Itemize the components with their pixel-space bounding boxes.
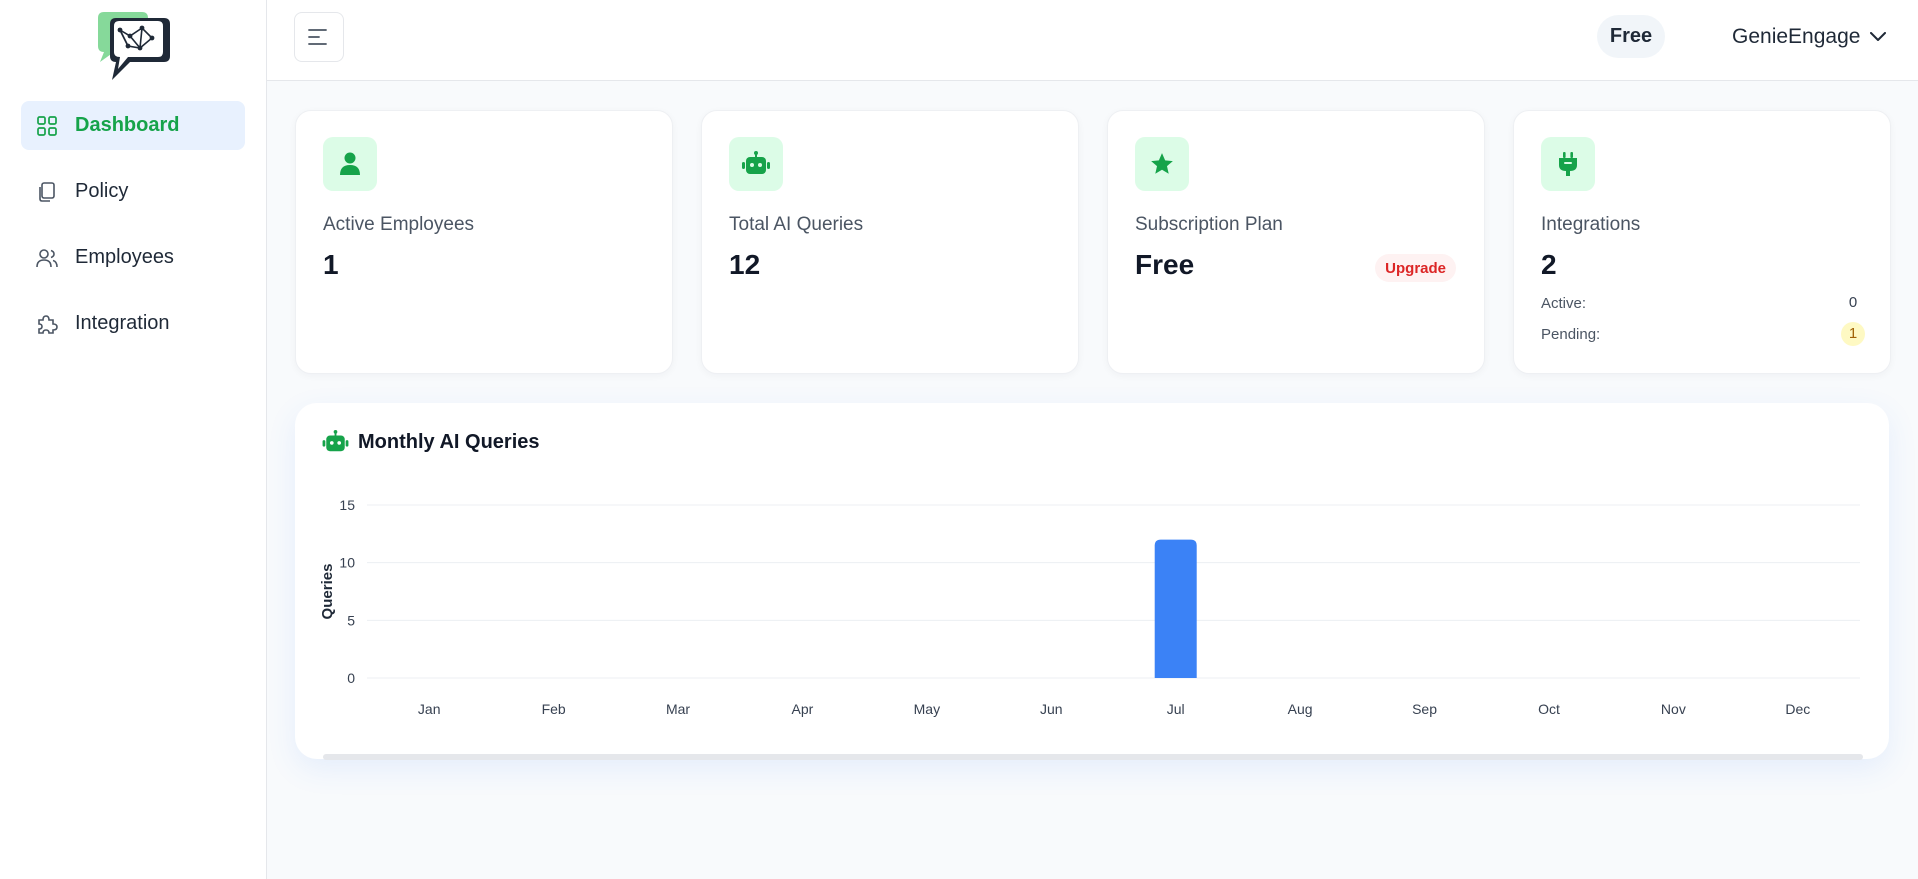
sidebar-nav: Dashboard Policy Employees Integration [21, 101, 245, 365]
users-icon [35, 246, 59, 270]
menu-toggle-button[interactable] [294, 12, 344, 62]
card-label: Total AI Queries [729, 214, 864, 235]
x-tick-label: Sep [1412, 701, 1437, 717]
x-tick-label: Jul [1167, 701, 1185, 717]
puzzle-icon [35, 312, 59, 336]
integrations-pending-row: Pending: 1 [1541, 322, 1865, 346]
copy-icon [35, 180, 59, 204]
y-tick-label: 5 [347, 612, 355, 628]
x-tick-label: Nov [1661, 701, 1686, 717]
card-value: 2 [1541, 249, 1557, 280]
monthly-queries-chart: Monthly AI Queries 0 5 10 15 Queries Jan Feb Ma… [295, 403, 1889, 760]
y-tick-label: 15 [339, 497, 355, 513]
plug-icon [1541, 137, 1595, 191]
sidebar-item-label: Dashboard [75, 114, 180, 136]
card-value: 1 [323, 249, 339, 280]
account-name: GenieEngage [1732, 25, 1861, 48]
top-bar: Free GenieEngage [267, 0, 1918, 81]
sidebar: Dashboard Policy Employees Integration [0, 0, 267, 879]
y-tick-label: 0 [347, 670, 355, 686]
active-label: Active: [1541, 294, 1587, 312]
sidebar-item-label: Employees [75, 246, 174, 268]
sidebar-item-label: Policy [75, 180, 129, 202]
chart-canvas: 0 5 10 15 Queries Jan Feb Mar Apr May Jun Jul Aug Sep… [319, 497, 1860, 717]
integrations-active-row: Active: 0 [1541, 291, 1865, 315]
sidebar-item-integration[interactable]: Integration [21, 299, 245, 348]
x-tick-label: Aug [1288, 701, 1313, 717]
active-count: 0 [1848, 294, 1858, 311]
main-content: Free GenieEngage Active Employees 1 Tota… [267, 0, 1918, 879]
menu-icon [308, 29, 327, 45]
bar-jul [1154, 539, 1197, 678]
x-tick-label: Oct [1538, 701, 1560, 717]
app-root: Dashboard Policy Employees Integration F… [0, 0, 1918, 879]
card-label: Active Employees [323, 214, 475, 235]
x-tick-label: Feb [542, 701, 566, 717]
subscription-plan-card: Subscription Plan Free Upgrade [1107, 110, 1485, 374]
sidebar-item-label: Integration [75, 312, 170, 334]
user-icon [323, 137, 377, 191]
x-tick-label: May [914, 701, 940, 717]
active-employees-card: Active Employees 1 [295, 110, 673, 374]
robot-icon [729, 137, 783, 191]
x-tick-label: Jan [418, 701, 441, 717]
card-label: Subscription Plan [1135, 214, 1283, 235]
x-tick-label: Apr [792, 701, 814, 717]
y-tick-label: 10 [339, 555, 355, 571]
plan-badge: Free [1597, 15, 1665, 58]
total-queries-card: Total AI Queries 12 [701, 110, 1079, 374]
pending-label: Pending: [1541, 325, 1601, 343]
x-tick-label: Dec [1785, 701, 1810, 717]
x-tick-label: Mar [666, 701, 690, 717]
card-value: Free [1135, 249, 1195, 280]
x-tick-label: Jun [1040, 701, 1063, 717]
star-icon [1135, 137, 1189, 191]
brand-logo-icon[interactable] [90, 10, 176, 84]
sidebar-item-policy[interactable]: Policy [21, 167, 245, 216]
card-label: Integrations [1541, 214, 1641, 235]
account-menu[interactable]: GenieEngage [1732, 20, 1887, 54]
card-value: 12 [729, 249, 761, 280]
upgrade-button[interactable]: Upgrade [1375, 254, 1456, 282]
chart-scrollbar[interactable] [323, 754, 1863, 760]
pending-count: 1 [1841, 322, 1865, 346]
chevron-down-icon [1870, 32, 1887, 41]
integrations-card: Integrations 2 Active: 0 Pending: 1 [1513, 110, 1891, 374]
y-axis-label: Queries [319, 564, 336, 620]
sidebar-item-dashboard[interactable]: Dashboard [21, 101, 245, 150]
sidebar-item-employees[interactable]: Employees [21, 233, 245, 282]
grid-icon [35, 114, 59, 138]
